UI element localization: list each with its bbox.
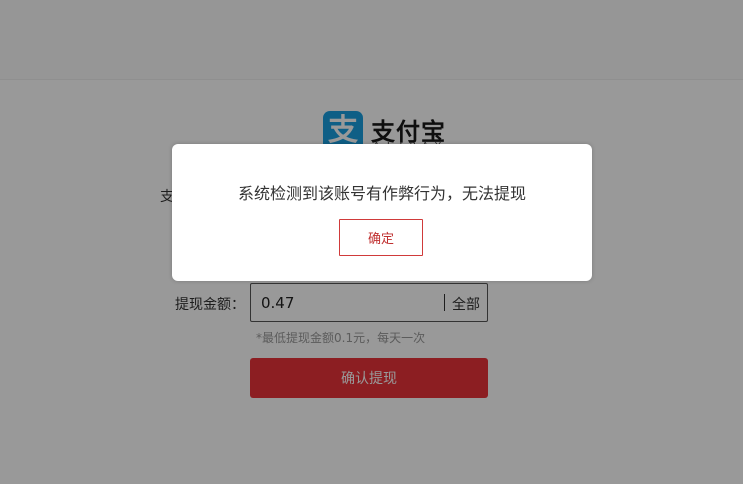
alert-dialog: 系统检测到该账号有作弊行为，无法提现 确定 bbox=[172, 144, 592, 281]
dialog-ok-button[interactable]: 确定 bbox=[339, 219, 423, 256]
dialog-message: 系统检测到该账号有作弊行为，无法提现 bbox=[237, 184, 526, 203]
